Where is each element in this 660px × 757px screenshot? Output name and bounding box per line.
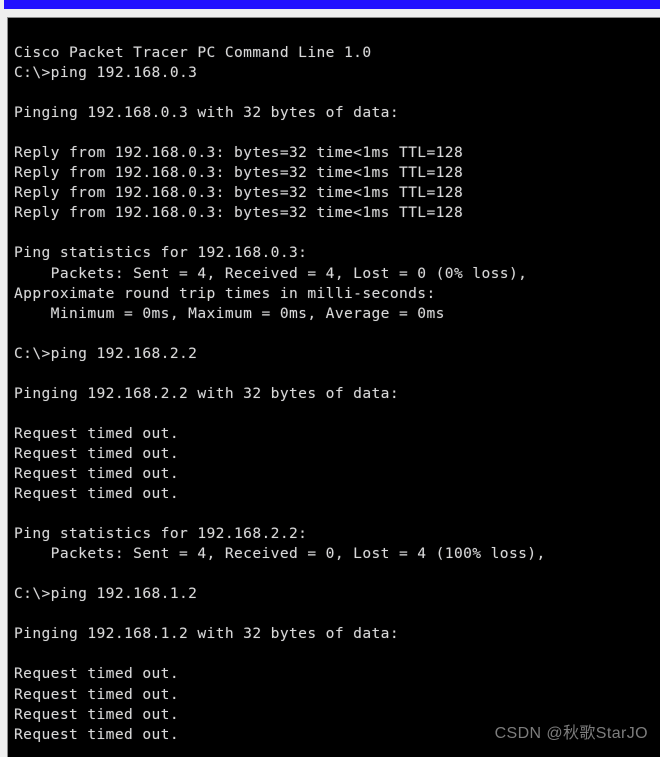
window-left-gutter [0, 9, 7, 757]
terminal-window[interactable]: Cisco Packet Tracer PC Command Line 1.0 C… [7, 17, 660, 757]
terminal-line: Reply from 192.168.0.3: bytes=32 time<1m… [14, 204, 464, 222]
terminal-line: Reply from 192.168.0.3: bytes=32 time<1m… [14, 144, 464, 162]
terminal-line: C:\>ping 192.168.0.3 [14, 64, 198, 82]
terminal-line: Approximate round trip times in milli-se… [14, 284, 436, 302]
terminal-line: Reply from 192.168.0.3: bytes=32 time<1m… [14, 184, 464, 202]
terminal-line: Request timed out. [14, 665, 179, 683]
terminal-line: Request timed out. [14, 705, 179, 723]
terminal-line: Request timed out. [14, 485, 179, 503]
terminal-line: Ping statistics for 192.168.2.2: [14, 525, 308, 543]
terminal-line: Pinging 192.168.2.2 with 32 bytes of dat… [14, 384, 399, 402]
terminal-line: Ping statistics for 192.168.0.3: [14, 244, 308, 262]
terminal-line: Request timed out. [14, 464, 179, 482]
terminal-line: Packets: Sent = 4, Received = 0, Lost = … [14, 545, 546, 563]
terminal-line: Pinging 192.168.1.2 with 32 bytes of dat… [14, 625, 399, 643]
terminal-line: Pinging 192.168.0.3 with 32 bytes of dat… [14, 104, 399, 122]
terminal-line: Request timed out. [14, 424, 179, 442]
terminal-line: Request timed out. [14, 725, 179, 743]
window-title-bar [4, 0, 660, 9]
terminal-line: C:\>ping 192.168.1.2 [14, 585, 198, 603]
terminal-output[interactable]: Cisco Packet Tracer PC Command Line 1.0 C… [14, 43, 660, 745]
terminal-line: Cisco Packet Tracer PC Command Line 1.0 [14, 44, 372, 61]
terminal-line: Packets: Sent = 4, Received = 4, Lost = … [14, 264, 528, 282]
terminal-line: Request timed out. [14, 444, 179, 462]
terminal-line: C:\>ping 192.168.2.2 [14, 344, 198, 362]
terminal-line: Request timed out. [14, 685, 179, 703]
terminal-line: Minimum = 0ms, Maximum = 0ms, Average = … [14, 304, 445, 322]
terminal-line: Reply from 192.168.0.3: bytes=32 time<1m… [14, 164, 464, 182]
